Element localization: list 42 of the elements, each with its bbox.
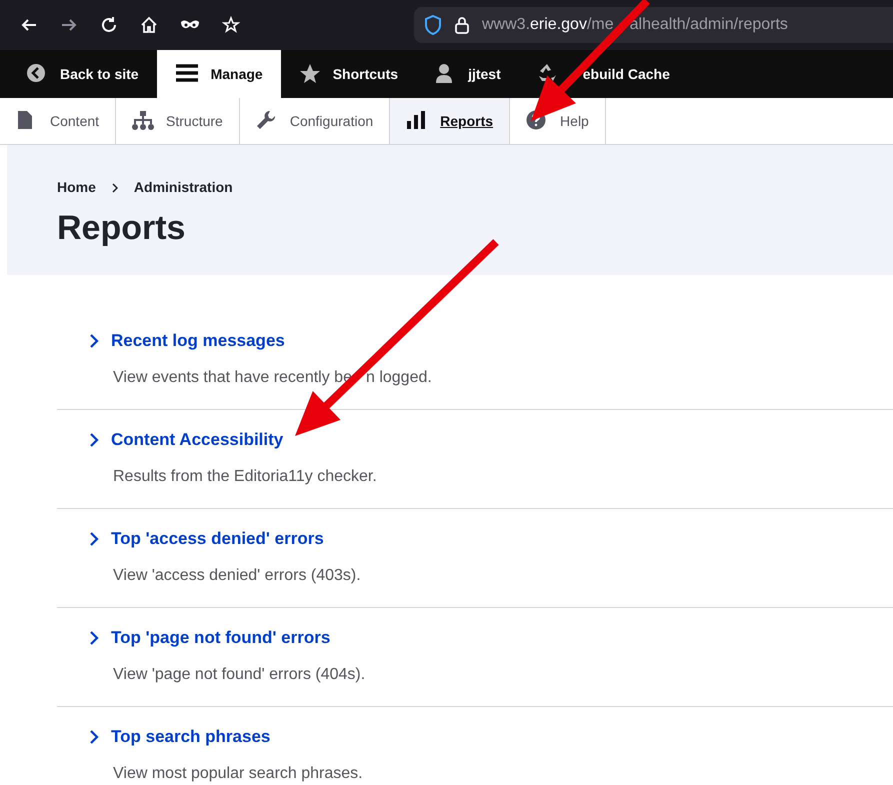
menu-tab[interactable]: Reports: [390, 98, 510, 144]
toolbar-tab[interactable]: jjtest: [416, 50, 519, 98]
mask-icon[interactable]: [180, 19, 200, 31]
star-icon[interactable]: [222, 16, 240, 34]
toolbar-tab[interactable]: ebuild Cache: [518, 50, 688, 98]
star-icon: [298, 63, 321, 85]
chevron-icon: [89, 333, 99, 349]
report-link[interactable]: Top 'page not found' errors: [111, 625, 330, 651]
help-icon: [526, 110, 548, 132]
home-icon[interactable]: [140, 16, 158, 34]
hierarchy-icon: [132, 110, 154, 132]
chevron-icon: [89, 531, 99, 547]
toolbar-tab[interactable]: Manage: [156, 50, 281, 98]
report-link[interactable]: Recent log messages: [111, 328, 285, 354]
breadcrumb-link[interactable]: Administration: [134, 177, 233, 198]
report-description: View 'page not found' errors (404s).: [113, 665, 366, 685]
menu-tab[interactable]: Content: [0, 98, 116, 144]
menu-tab[interactable]: Structure: [116, 98, 240, 144]
url-text: www3.erie.gov/me: [482, 15, 614, 35]
menu-tab[interactable]: Help: [510, 98, 606, 144]
wrench-icon: [256, 110, 278, 132]
report-link[interactable]: Top 'access denied' errors: [111, 526, 324, 552]
reload-icon[interactable]: [100, 16, 118, 34]
report-description: View 'access denied' errors (403s).: [113, 566, 361, 586]
toolbar-tab[interactable]: Back to site: [8, 50, 157, 98]
shield-icon: [424, 15, 442, 35]
toolbar-tab[interactable]: Shortcuts: [280, 50, 416, 98]
report-link[interactable]: Top search phrases: [111, 724, 270, 750]
chevron-icon: [89, 729, 99, 745]
address-bar[interactable]: www3.erie.gov/me alhealth/admin/reports: [414, 7, 893, 43]
report-description: n logged.: [366, 368, 432, 388]
url-text: alhealth/admin/reports: [630, 15, 788, 35]
report-description: Results from the Editoria11y checker.: [113, 467, 377, 487]
lock-icon: [454, 16, 470, 34]
page-title: Reports: [57, 208, 186, 249]
menu-icon: [174, 63, 199, 85]
report-description: View most popular search phrases.: [113, 764, 363, 784]
separator-icon: [112, 182, 118, 192]
chevron-icon: [89, 432, 99, 448]
report-link[interactable]: Content Accessibility: [111, 427, 284, 453]
chevron-icon: [89, 630, 99, 646]
breadcrumb-link[interactable]: Home: [57, 177, 96, 198]
